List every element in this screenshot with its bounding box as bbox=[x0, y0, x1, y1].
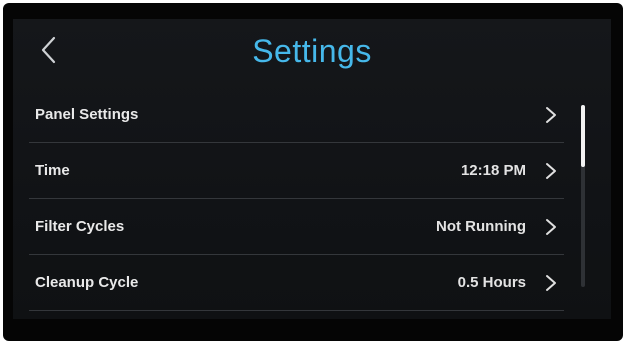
scrollbar[interactable] bbox=[581, 105, 585, 287]
settings-item-value: 12:18 PM bbox=[460, 162, 526, 179]
header: Settings bbox=[13, 19, 611, 87]
settings-item-label: Time bbox=[35, 162, 70, 179]
settings-item-value: Not Running bbox=[436, 218, 526, 235]
page-title: Settings bbox=[252, 33, 372, 69]
scrollbar-thumb[interactable] bbox=[581, 105, 585, 167]
settings-item-panel-settings[interactable]: Panel Settings bbox=[29, 87, 564, 143]
settings-item-label: Cleanup Cycle bbox=[35, 274, 139, 291]
settings-item-label: Filter Cycles bbox=[35, 218, 125, 235]
settings-item-cleanup-cycle[interactable]: Cleanup Cycle 0.5 Hours bbox=[29, 255, 564, 311]
settings-item-label: Panel Settings bbox=[35, 106, 139, 123]
settings-screen: Settings Panel Settings Time 12:18 PM Fi… bbox=[13, 19, 611, 319]
chevron-right-icon bbox=[544, 273, 558, 293]
chevron-right-icon bbox=[544, 161, 558, 181]
settings-item-value: 0.5 Hours bbox=[457, 274, 526, 291]
settings-item-time[interactable]: Time 12:18 PM bbox=[29, 143, 564, 199]
chevron-right-icon bbox=[544, 105, 558, 125]
settings-list: Panel Settings Time 12:18 PM Filter Cycl… bbox=[29, 87, 564, 311]
chevron-right-icon bbox=[544, 217, 558, 237]
settings-item-filter-cycles[interactable]: Filter Cycles Not Running bbox=[29, 199, 564, 255]
